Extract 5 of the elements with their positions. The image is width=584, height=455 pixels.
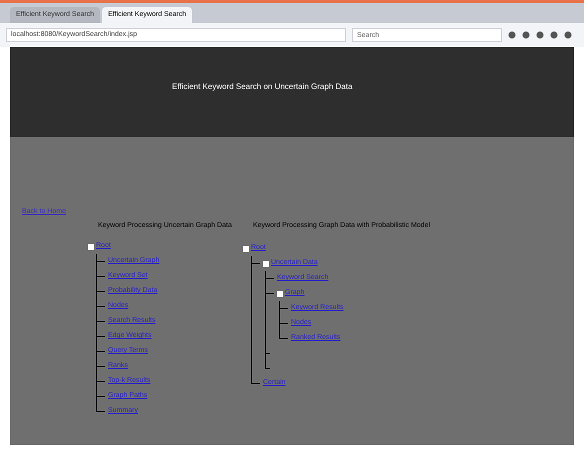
expander-icon[interactable] (88, 244, 94, 250)
expander-icon[interactable] (263, 260, 269, 266)
expander-icon[interactable] (243, 246, 249, 252)
expander-icon[interactable] (277, 290, 283, 296)
page-title: Efficient Keyword Search on Uncertain Graph Data (172, 81, 352, 93)
